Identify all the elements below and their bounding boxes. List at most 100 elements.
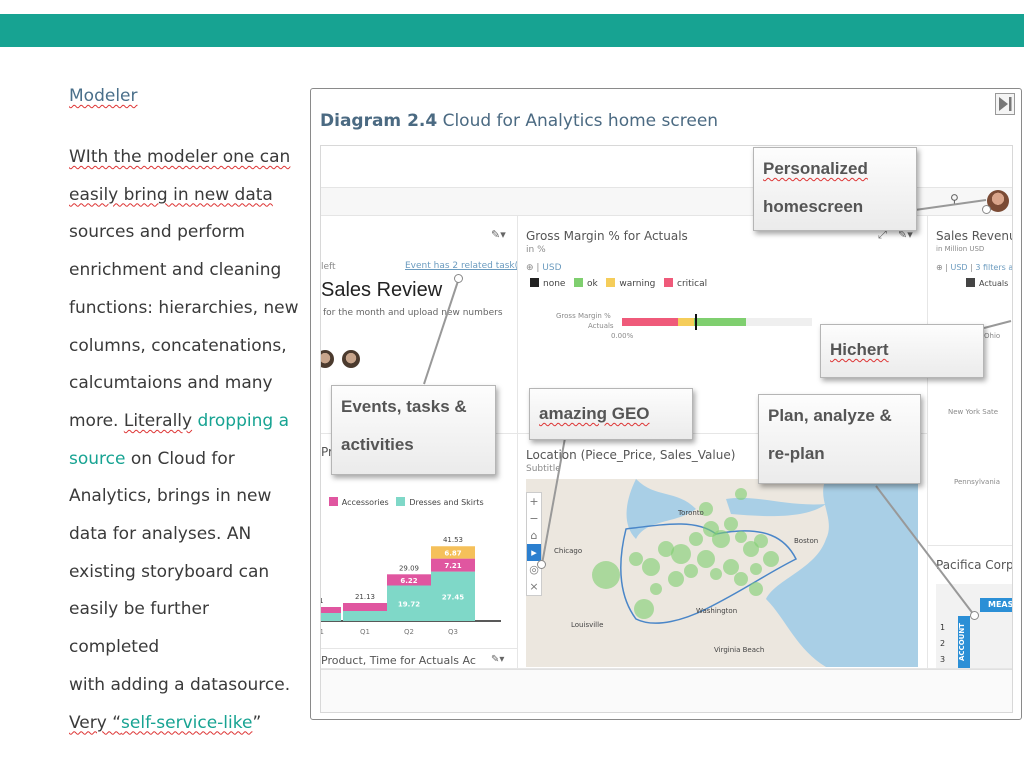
avatar (321, 349, 335, 369)
gm-zero-label: 0.00% (611, 332, 634, 340)
callout-pin (537, 560, 546, 569)
map-city: Virginia Beach (714, 646, 765, 654)
callout-personalized-homescreen: Personalized homescreen (753, 147, 917, 231)
category-label: Q1 (321, 628, 324, 636)
map-bubble[interactable] (754, 534, 768, 548)
category-label: Q2 (404, 628, 414, 636)
bar-legend: s Accessories Dresses and Skirts (321, 497, 484, 507)
map-bubble[interactable] (735, 488, 747, 500)
zoom-in-button[interactable]: + (527, 493, 541, 510)
callout-plan-analyze: Plan, analyze & re-plan (758, 394, 921, 484)
bar-segment (343, 611, 387, 621)
map-bubble[interactable] (735, 531, 747, 543)
category-label: Q3 (448, 628, 458, 636)
map-bubble[interactable] (629, 552, 643, 566)
bar-segment-label: 6.22 (400, 577, 417, 585)
bullet-critical (622, 318, 678, 326)
callout-events-tasks: Events, tasks & activities (331, 385, 496, 475)
geo-map[interactable]: Toronto Chicago Boston Washington Louisv… (526, 479, 918, 667)
geo-subtitle: Subtitle (526, 464, 561, 474)
body-line: Very “self-service-like” (69, 712, 262, 733)
gm-row-label: Gross Margin % (556, 312, 611, 320)
map-bubble[interactable] (671, 544, 691, 564)
legend-swatch (606, 278, 616, 287)
legend-swatch (328, 497, 338, 506)
bar-total-label: 21.13 (355, 593, 375, 601)
search-icon[interactable]: ⚲ (950, 192, 959, 206)
home-icon[interactable]: ⌂ (527, 527, 541, 544)
body-line: more. Literally dropping a (69, 410, 289, 431)
map-bubble[interactable] (723, 559, 739, 575)
map-bubble[interactable] (592, 561, 620, 589)
map-bubble[interactable] (697, 550, 715, 568)
diagram-frame: Diagram 2.4 Cloud for Analytics home scr… (310, 88, 1022, 720)
map-bubble[interactable] (712, 530, 730, 548)
bar-segment (321, 613, 341, 621)
play-icon (999, 97, 1012, 111)
body-line: functions: hierarchies, new (69, 297, 299, 318)
left-label: left (321, 262, 336, 272)
product-panel: Product, Time for Actuals Ac ✎▾ (321, 649, 518, 669)
body-line: calcumtaions and many (69, 373, 273, 394)
bar-segment (321, 607, 341, 613)
body-line: source on Cloud for (69, 448, 235, 469)
map-city: Toronto (678, 509, 704, 517)
map-bubble[interactable] (684, 564, 698, 578)
callout-hichert: Hichert (820, 324, 984, 378)
pacifica-panel: Pacifica Corp MEASU ACCOUNT 1 2 3 (928, 546, 1012, 669)
map-bubble[interactable] (689, 532, 703, 546)
map-zoom-controls: + − ⌂ ▸ ◎ × (526, 492, 542, 596)
app-footer (321, 669, 1012, 712)
bar-segment-label: 19.72 (398, 600, 420, 608)
legend-swatch (664, 278, 673, 287)
map-bubble[interactable] (642, 558, 660, 576)
city-label: Ohio (984, 332, 1001, 340)
bullet-warning (678, 318, 694, 326)
top-accent-bar (0, 14, 1024, 47)
zoom-out-button[interactable]: − (527, 510, 541, 527)
measure-header[interactable]: MEASU (980, 598, 1012, 612)
gross-margin-title: Gross Margin % for Actuals (526, 229, 688, 243)
map-bubble[interactable] (763, 551, 779, 567)
map-bubble[interactable] (734, 572, 748, 586)
map-city: Washington (696, 607, 738, 615)
bar-segment-label: 6.87 (444, 549, 461, 557)
body-line: WIth the modeler one can (69, 147, 291, 167)
play-button[interactable] (995, 93, 1015, 115)
sales-review-title: Sales Review (321, 279, 443, 301)
body-line: sources and perform (69, 222, 245, 243)
gross-margin-legend: none ok warning critical (530, 278, 707, 289)
wrench-icon[interactable]: ✎▾ (491, 228, 506, 241)
callout-amazing-geo: amazing GEO (529, 388, 693, 440)
body-line: columns, concatenations, (69, 335, 287, 356)
map-bubble[interactable] (724, 517, 738, 531)
currency-label: ⊕ | USD (526, 263, 562, 273)
geo-title: Location (Piece_Price, Sales_Value) (526, 448, 736, 462)
section-title: Modeler (69, 86, 138, 106)
body-line: easily be further completed (69, 599, 209, 658)
bullet-marker (695, 314, 697, 330)
callout-pin (970, 611, 979, 620)
map-bubble[interactable] (749, 582, 763, 596)
sales-review-subtitle: for the month and upload new numbers (323, 308, 503, 318)
sales-revenue-panel: Sales Revenue in Million USD ⊕ | USD | 3… (928, 216, 1012, 546)
body-line: Analytics, brings in new (69, 486, 272, 507)
map-bubble[interactable] (750, 563, 762, 575)
map-bubble[interactable] (650, 583, 662, 595)
wrench-icon[interactable]: ✎▾ (491, 654, 504, 665)
row-numbers: 1 2 3 (940, 623, 946, 664)
map-bubble[interactable] (710, 568, 722, 580)
play-icon[interactable]: ▸ (527, 544, 541, 561)
body-line: enrichment and cleaning (69, 260, 282, 281)
sales-revenue-legend: Actuals (966, 278, 1008, 288)
self-service-link[interactable]: self-service-like (121, 713, 252, 733)
map-bubble[interactable] (634, 599, 654, 619)
account-header[interactable]: ACCOUNT (958, 616, 970, 668)
map-bubble[interactable] (668, 571, 684, 587)
bar-segment-label: 27.45 (442, 593, 464, 601)
close-icon[interactable]: × (527, 578, 541, 595)
body-line: data for analyses. AN (69, 524, 252, 545)
event-link[interactable]: Event has 2 related task(s). (405, 261, 517, 271)
callout-pin (454, 274, 463, 283)
bar-segment-label: 7.21 (444, 562, 461, 570)
